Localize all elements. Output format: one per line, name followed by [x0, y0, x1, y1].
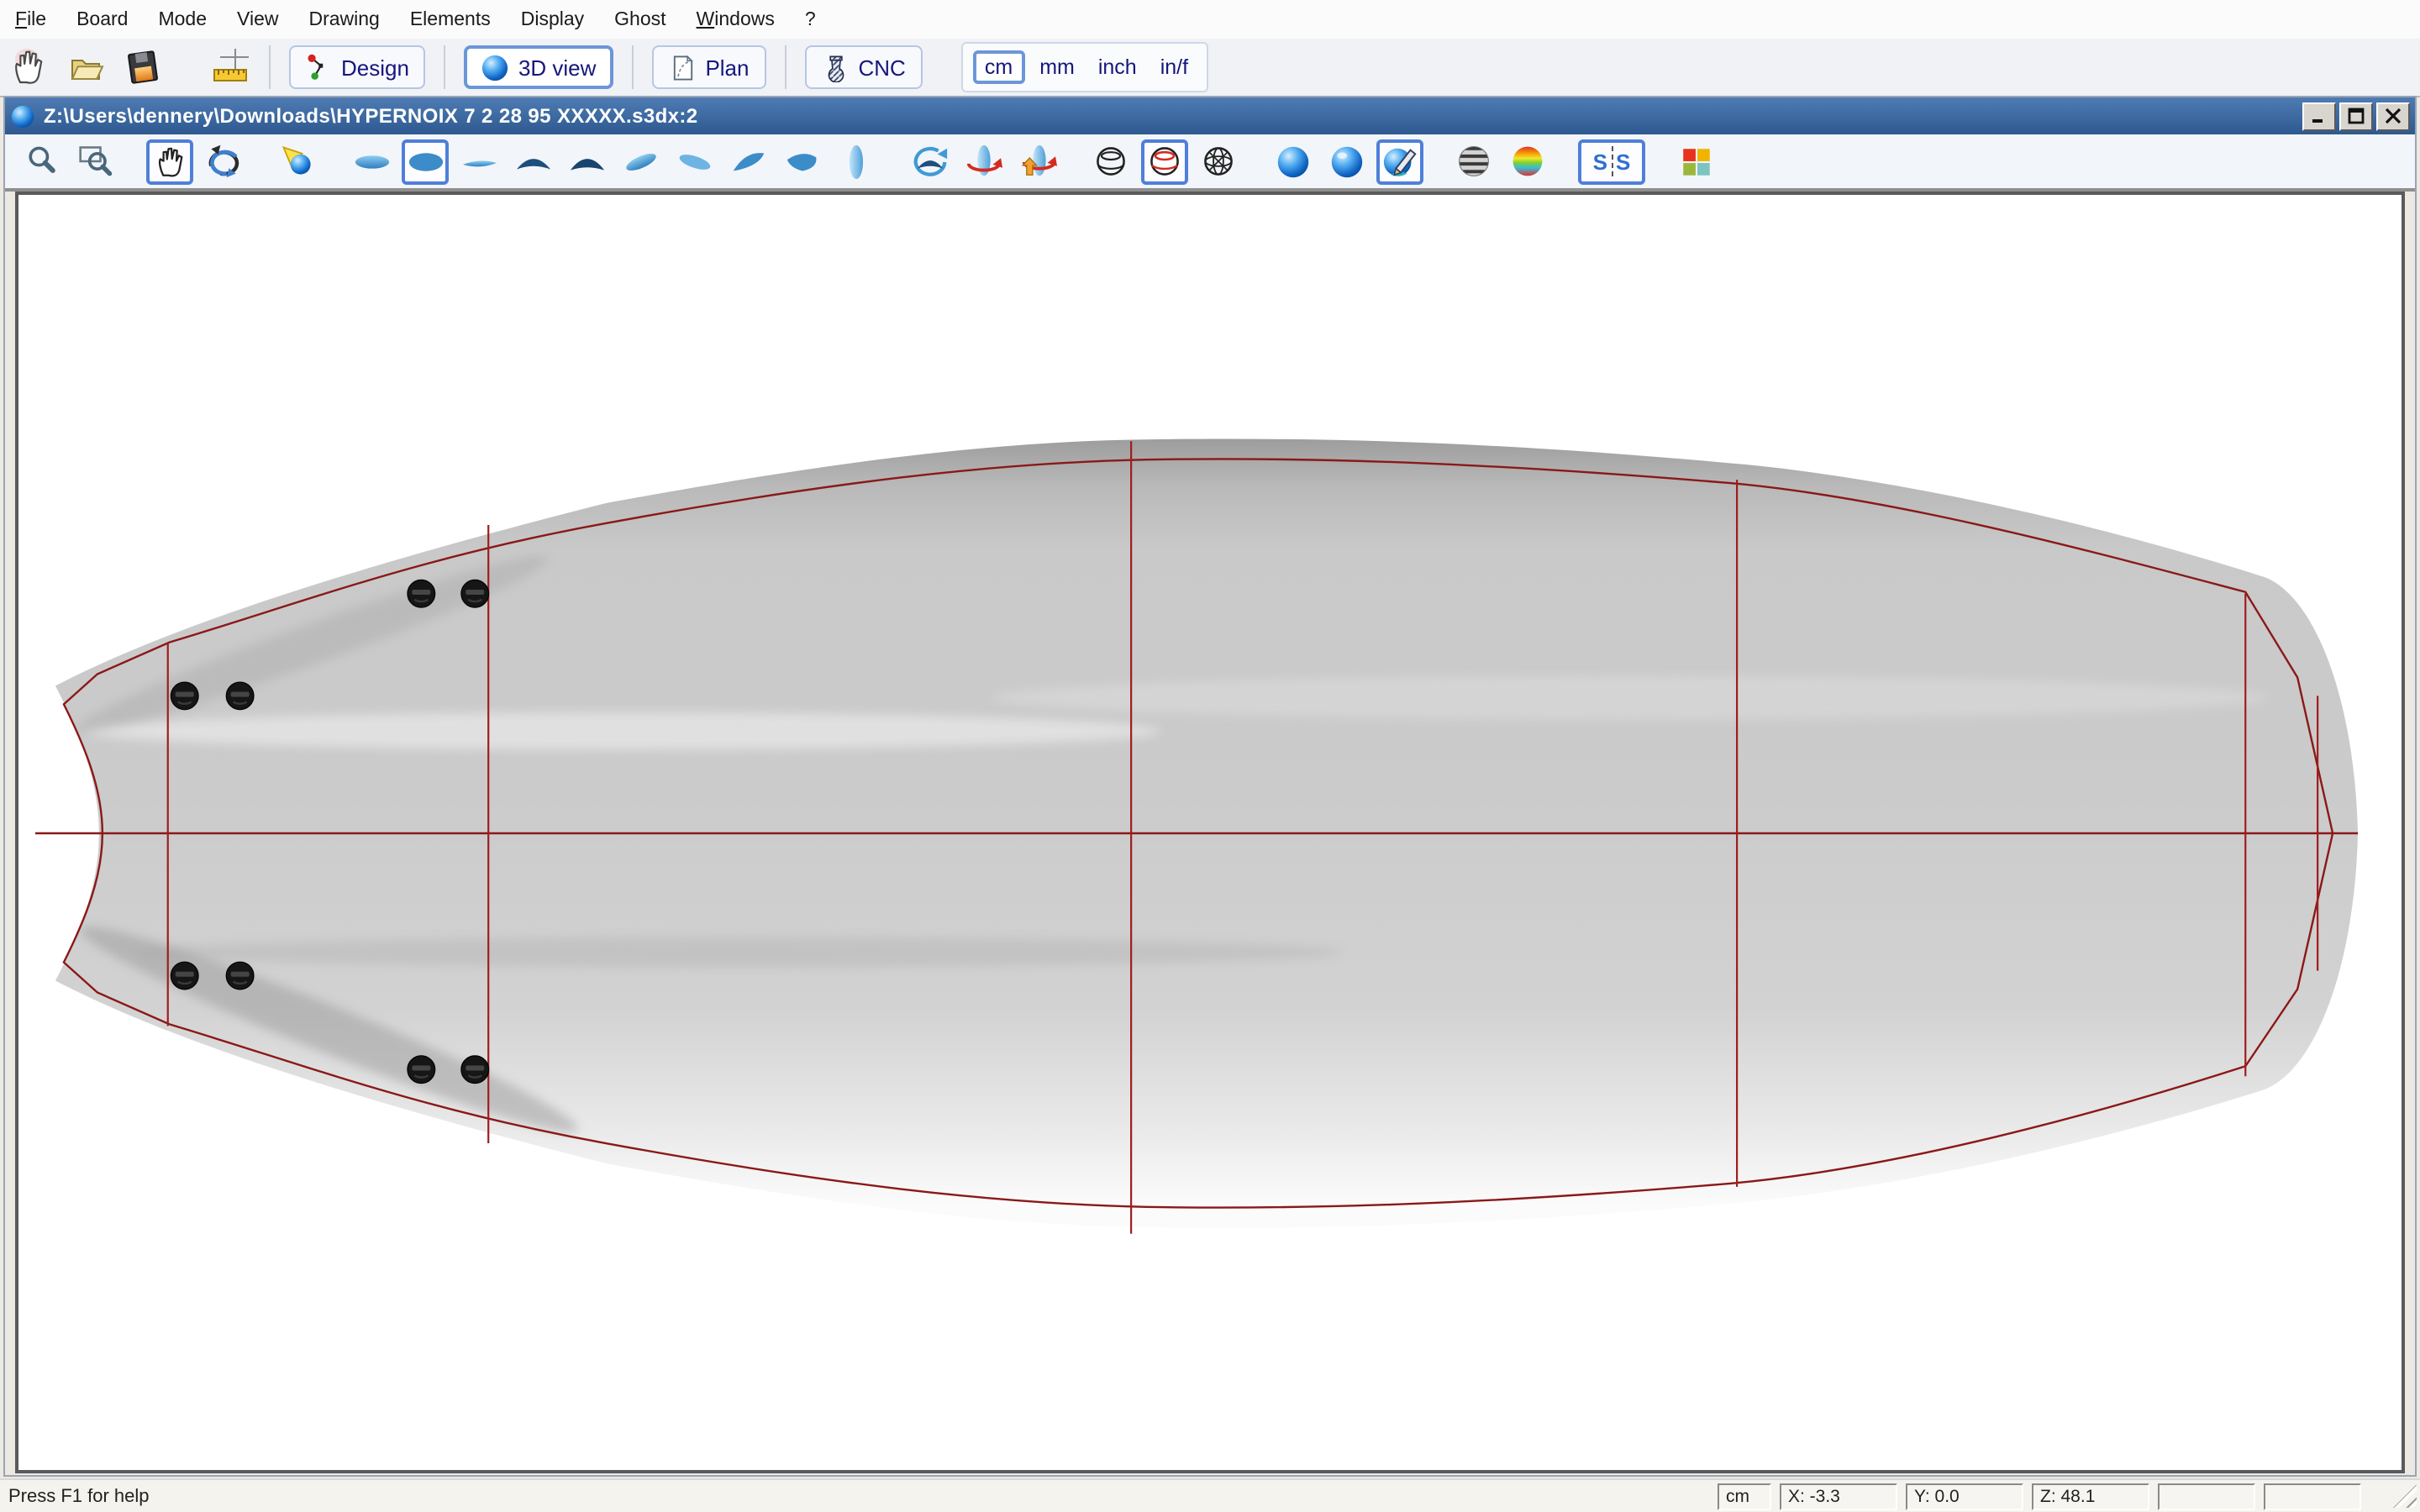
status-help-text: Press F1 for help [0, 1486, 1718, 1506]
plan-label: Plan [705, 55, 749, 80]
fin-plug [226, 682, 254, 710]
application-window: File Board Mode View Drawing Elements Di… [0, 0, 2420, 1512]
menu-help[interactable]: ? [790, 4, 831, 34]
minimize-button[interactable] [2302, 102, 2336, 130]
board-3d-view [18, 195, 2402, 1470]
menu-file[interactable]: File [0, 4, 61, 34]
unit-inch[interactable]: inch [1090, 52, 1145, 82]
view-bottom-icon[interactable] [402, 139, 449, 184]
menu-board[interactable]: Board [61, 4, 143, 34]
view-end-icon[interactable] [832, 139, 879, 184]
document-window: Z:\Users\dennery\Downloads\HYPERNOIX 7 2… [3, 96, 2417, 1477]
cursor-hand-icon[interactable] [3, 44, 54, 91]
symmetry-right-label: S [1616, 149, 1630, 174]
viewer-toolbar: S S [5, 134, 2415, 192]
fin-plug [171, 962, 198, 990]
design-label: Design [341, 55, 409, 80]
view-3d-label: 3D view [518, 55, 597, 80]
fin-plug [226, 962, 254, 990]
design-nodes-icon [306, 54, 333, 81]
color-palette-icon[interactable] [1672, 139, 1719, 184]
wireframe-mesh-icon[interactable] [1195, 139, 1242, 184]
menu-windows[interactable]: Windows [681, 4, 790, 34]
open-folder-icon[interactable] [60, 44, 111, 91]
menu-ghost[interactable]: Ghost [599, 4, 681, 34]
stripes-shading-icon[interactable] [1450, 139, 1497, 184]
rotate-y-axis-icon[interactable] [960, 139, 1007, 184]
view-perspective-3-icon[interactable] [724, 139, 771, 184]
status-unit: cm [1718, 1483, 1771, 1509]
save-icon[interactable] [118, 44, 168, 91]
unit-selector: cm mm inch in/f [961, 42, 1208, 92]
flip-board-icon[interactable] [906, 139, 953, 184]
close-button[interactable] [2376, 102, 2410, 130]
plan-button[interactable]: Plan [651, 45, 765, 89]
cnc-label: CNC [859, 55, 906, 80]
fin-plug [408, 1056, 435, 1084]
maximize-button[interactable] [2339, 102, 2373, 130]
unit-mm[interactable]: mm [1031, 52, 1083, 82]
zoom-icon[interactable] [18, 139, 66, 184]
status-y-coordinate: Y: 0.0 [1906, 1483, 2023, 1509]
fin-plug [461, 1056, 489, 1084]
pan-hand-icon[interactable] [146, 139, 193, 184]
status-empty-panel [2264, 1483, 2361, 1509]
view-perspective-1-icon[interactable] [617, 139, 664, 184]
view-3d-button[interactable]: 3D view [465, 45, 613, 89]
rainbow-shading-icon[interactable] [1504, 139, 1551, 184]
menu-view[interactable]: View [222, 4, 293, 34]
shaded-sphere-icon[interactable] [1269, 139, 1316, 184]
view-front-icon[interactable] [509, 139, 556, 184]
menu-elements[interactable]: Elements [395, 4, 506, 34]
paint-3d-icon[interactable] [1376, 139, 1423, 184]
view-perspective-2-icon[interactable] [671, 139, 718, 184]
menu-display[interactable]: Display [506, 4, 599, 34]
unit-cm[interactable]: cm [973, 50, 1024, 84]
view-back-icon[interactable] [563, 139, 610, 184]
rotate-vertical-icon[interactable] [1013, 139, 1060, 184]
zoom-window-icon[interactable] [72, 139, 119, 184]
wireframe-sphere-icon[interactable] [1087, 139, 1134, 184]
status-bar: Press F1 for help cm X: -3.3 Y: 0.0 Z: 4… [0, 1478, 2420, 1512]
design-button[interactable]: Design [289, 45, 426, 89]
plan-sheet-icon [668, 53, 697, 81]
file-toolbar: Design 3D view Plan CNC cm [0, 39, 2420, 97]
view-side-icon[interactable] [455, 139, 502, 184]
cnc-button[interactable]: CNC [805, 45, 923, 89]
shiny-sphere-icon[interactable] [1323, 139, 1370, 184]
spotlight-icon[interactable] [274, 139, 321, 184]
menu-bar: File Board Mode View Drawing Elements Di… [0, 0, 2420, 40]
resize-grip[interactable] [2393, 1484, 2417, 1508]
menu-mode[interactable]: Mode [143, 4, 222, 34]
status-x-coordinate: X: -3.3 [1780, 1483, 1897, 1509]
document-title: Z:\Users\dennery\Downloads\HYPERNOIX 7 2… [44, 104, 2299, 128]
fin-plug [171, 682, 198, 710]
view-top-icon[interactable] [348, 139, 395, 184]
document-titlebar[interactable]: Z:\Users\dennery\Downloads\HYPERNOIX 7 2… [5, 97, 2415, 134]
menu-drawing[interactable]: Drawing [293, 4, 394, 34]
status-z-coordinate: Z: 48.1 [2032, 1483, 2149, 1509]
symmetry-left-label: S [1593, 149, 1607, 174]
cnc-bit-icon [822, 53, 850, 81]
rotate-3d-icon[interactable] [200, 139, 247, 184]
sphere-icon [481, 53, 510, 81]
unit-inf[interactable]: in/f [1152, 52, 1197, 82]
wireframe-slices-icon[interactable] [1141, 139, 1188, 184]
symmetry-icon[interactable]: S S [1578, 139, 1645, 184]
viewport-canvas[interactable] [15, 192, 2405, 1473]
dimensions-icon[interactable] [205, 44, 255, 91]
fin-plug [408, 580, 435, 607]
symmetry-axis [1611, 146, 1612, 176]
fin-plug [461, 580, 489, 607]
app-sphere-icon [10, 103, 35, 129]
view-perspective-4-icon[interactable] [778, 139, 825, 184]
status-empty-panel [2158, 1483, 2255, 1509]
